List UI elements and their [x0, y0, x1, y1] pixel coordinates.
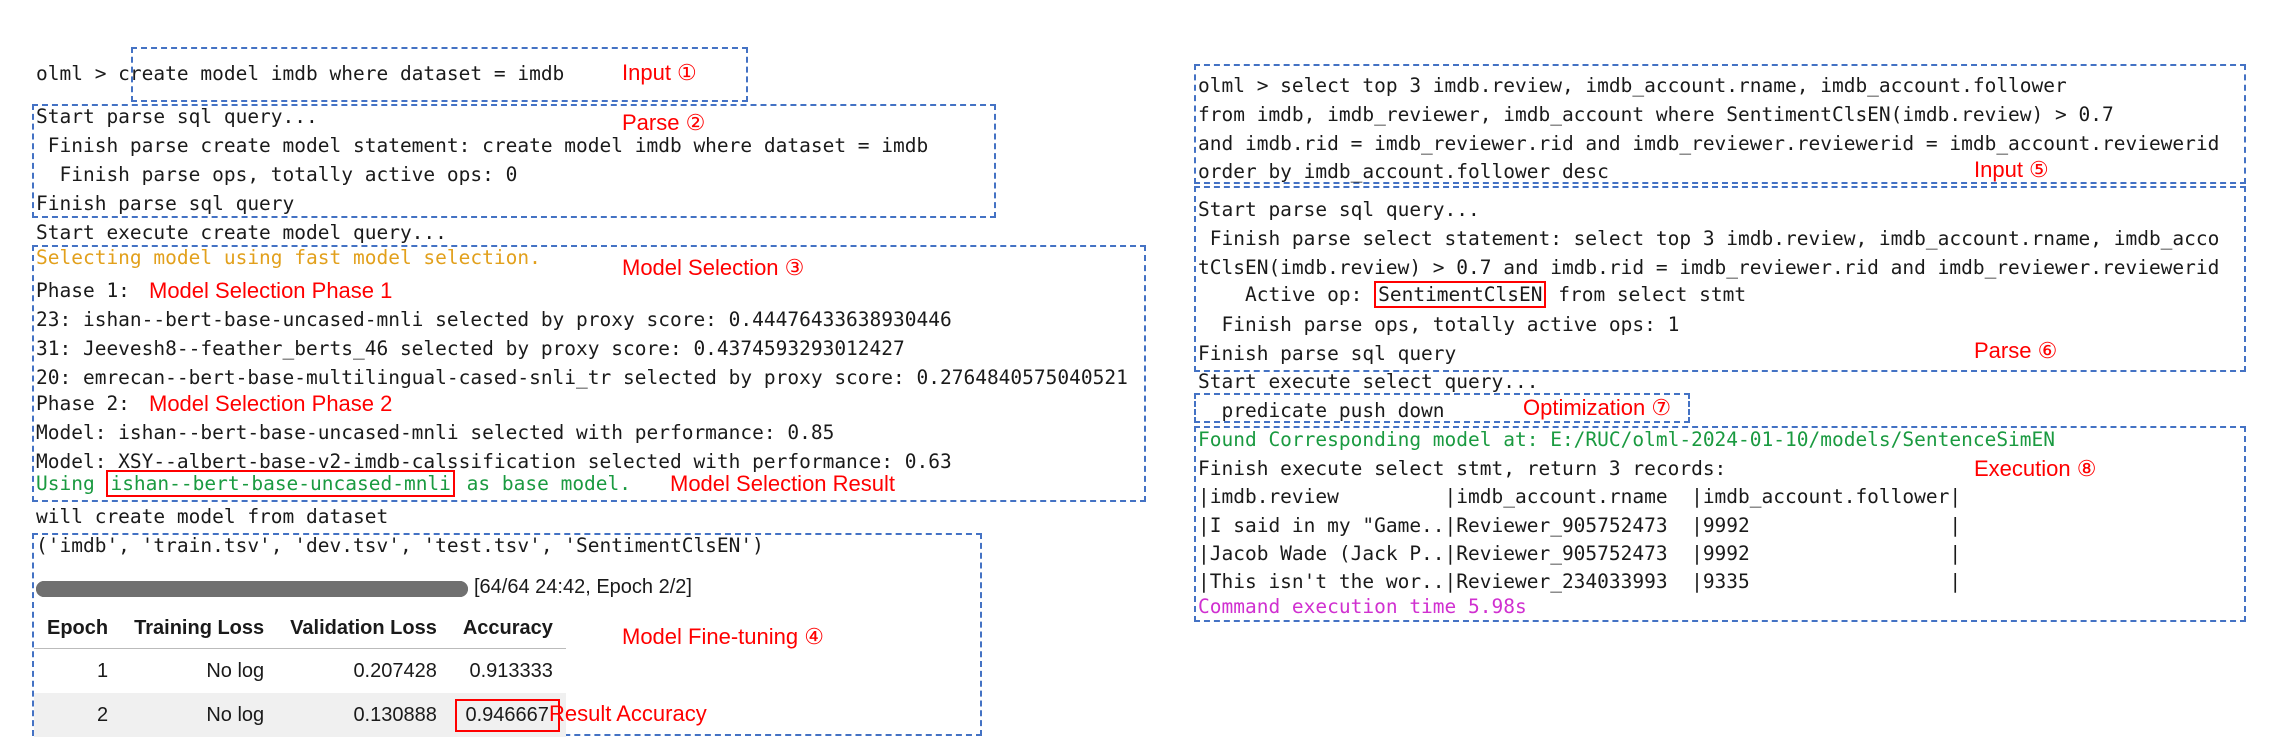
model-selection-label: Model Selection ③ [622, 255, 805, 280]
table-cell: No log [206, 659, 265, 682]
training-progress-bar [36, 581, 468, 597]
phase2-label: Model Selection Phase 2 [149, 391, 393, 416]
parse-label-left: Parse ② [622, 110, 706, 135]
using-prefix: Using [36, 472, 107, 495]
exec-time-line: Command execution time 5.98s [1198, 595, 1527, 618]
pushdown-line: predicate push down [1198, 399, 1445, 422]
table-header-cell: Training Loss [121, 608, 278, 649]
table-cell: No log [121, 693, 278, 737]
selection-result-label: Model Selection Result [670, 471, 896, 496]
input-line-right: from imdb, imdb_reviewer, imdb_account w… [1198, 103, 2114, 126]
using-model-line: Using ishan--bert-base-uncased-mnli as b… [36, 470, 631, 498]
table-row: |This isn't the wor..|Reviewer_234033993… [1198, 570, 1962, 593]
parse-line: Finish parse create model statement: cre… [36, 134, 929, 157]
selected-model-highlight: ishan--bert-base-uncased-mnli [106, 470, 455, 497]
phase1-prefix: Phase 1: [36, 279, 130, 302]
selecting-line: Selecting model using fast model selecti… [36, 246, 541, 269]
parse-line: Finish parse ops, totally active ops: 0 [36, 163, 518, 186]
table-header-row: Epoch Training Loss Validation Loss Accu… [34, 608, 566, 649]
input-line-right: order by imdb_account.follower desc [1198, 160, 1609, 183]
table-header-cell: Validation Loss [277, 608, 450, 649]
found-model-line: Found Corresponding model at: E:/RUC/olm… [1198, 428, 2056, 451]
execute-line-left: Start execute create model query... [36, 221, 447, 244]
table-row: 2 No log 0.130888 0.946667 [34, 693, 566, 737]
training-progress-text: [64/64 24:42, Epoch 2/2] [474, 576, 692, 598]
parse-line: Finish parse sql query [1198, 342, 1457, 365]
using-suffix: as base model. [454, 472, 632, 495]
result-header-row: |imdb.review |imdb_account.rname |imdb_a… [1198, 485, 1962, 508]
active-op-suffix: from select stmt [1546, 283, 1747, 306]
parse-line: Start parse sql query... [1198, 198, 1480, 221]
parse-line: Finish parse sql query [36, 192, 295, 215]
active-op-line: Active op: SentimentClsEN from select st… [1198, 281, 1746, 309]
parse-line: Finish parse ops, totally active ops: 1 [1198, 313, 1680, 336]
active-op-prefix: Active op: [1198, 283, 1375, 306]
finetune-label: Model Fine-tuning ④ [622, 624, 824, 649]
will-create-line: will create model from dataset [36, 505, 389, 528]
table-row: 1 No log 0.207428 0.913333 [34, 649, 566, 694]
table-header-cell: Accuracy [449, 608, 566, 649]
execute-line-right: Start execute select query... [1198, 370, 1539, 393]
table-cell: 0.207428 [353, 659, 437, 682]
phase2-line: Model: ishan--bert-base-uncased-mnli sel… [36, 421, 835, 444]
training-results-table: Epoch Training Loss Validation Loss Accu… [34, 608, 566, 737]
execution-label: Execution ⑧ [1974, 456, 2097, 481]
active-op-highlight: SentimentClsEN [1374, 281, 1547, 308]
input-line-right: olml > select top 3 imdb.review, imdb_ac… [1198, 74, 2067, 97]
phase1-line: 31: Jeevesh8--feather_berts_46 selected … [36, 337, 905, 360]
input-line-left: olml > create model imdb where dataset =… [36, 62, 565, 85]
phase2-prefix: Phase 2: [36, 392, 130, 415]
parse-line: tClsEN(imdb.review) > 0.7 and imdb.rid =… [1198, 256, 2220, 279]
table-row: |I said in my "Game..|Reviewer_905752473… [1198, 514, 1962, 537]
phase1-line: 20: emrecan--bert-base-multilingual-case… [36, 366, 1128, 389]
parse-line: Finish parse select statement: select to… [1198, 227, 2220, 250]
input-label-left: Input ① [622, 60, 697, 85]
table-cell: 0.913333 [469, 659, 553, 682]
optimization-label: Optimization ⑦ [1523, 395, 1672, 420]
parse-label-right: Parse ⑥ [1974, 338, 2058, 363]
parse-line: Start parse sql query... [36, 105, 318, 128]
table-row: |Jacob Wade (Jack P..|Reviewer_905752473… [1198, 542, 1962, 565]
table-cell: 1 [97, 659, 109, 682]
result-accuracy-label: Result Accuracy [549, 701, 707, 726]
training-progress-fill [36, 581, 468, 597]
table-cell: 2 [34, 693, 122, 737]
table-cell: 0.130888 [277, 693, 450, 737]
finish-execute-line: Finish execute select stmt, return 3 rec… [1198, 457, 1727, 480]
phase1-label: Model Selection Phase 1 [149, 278, 393, 303]
table-header-cell: Epoch [34, 608, 122, 649]
dataset-tuple: ('imdb', 'train.tsv', 'dev.tsv', 'test.t… [36, 534, 764, 557]
input-line-right: and imdb.rid = imdb_reviewer.rid and imd… [1198, 132, 2220, 155]
input-label-right: Input ⑤ [1974, 157, 2049, 182]
phase1-line: 23: ishan--bert-base-uncased-mnli select… [36, 308, 952, 331]
result-accuracy-highlight: 0.946667 [454, 698, 560, 732]
